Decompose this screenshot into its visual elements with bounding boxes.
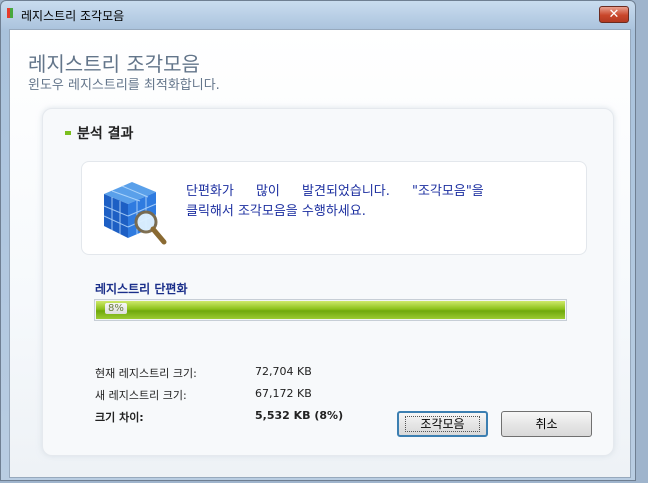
- section-bullet-icon: [65, 131, 71, 135]
- analysis-message-box: 단편화가 많이 발견되었습니다. "조각모음"을 클릭해서 조각모음을 수행하세…: [81, 161, 587, 255]
- section-title: 분석 결과: [77, 126, 134, 142]
- current-size-label: 현재 레지스트리 크기:: [95, 367, 197, 380]
- registry-cube-magnifier-icon: [103, 182, 167, 245]
- analysis-message-line2: 클릭해서 조각모음을 수행하세요.: [186, 204, 366, 219]
- new-size-label: 새 레지스트리 크기:: [95, 389, 187, 402]
- fragmentation-label: 레지스트리 단편화: [95, 282, 188, 296]
- new-size-value: 67,172 KB: [255, 387, 312, 400]
- progress-fill: [96, 301, 565, 319]
- current-size-value: 72,704 KB: [255, 365, 312, 378]
- app-icon: [7, 8, 13, 18]
- analysis-message-line1: 단편화가 많이 발견되었습니다. "조각모음"을: [186, 184, 484, 199]
- defrag-button[interactable]: 조각모음: [397, 411, 488, 437]
- size-difference-label: 크기 차이:: [95, 411, 144, 424]
- size-difference-value: 5,532 KB (8%): [255, 409, 344, 422]
- close-button[interactable]: ✕: [599, 6, 629, 23]
- progress-percent: 8%: [105, 303, 127, 314]
- cancel-button[interactable]: 취소: [501, 411, 592, 437]
- page-title: 레지스트리 조각모음: [28, 52, 200, 76]
- analysis-message: 단편화가 많이 발견되었습니다. "조각모음"을 클릭해서 조각모음을 수행하세…: [186, 182, 576, 222]
- fragmentation-progress-bar: 8%: [94, 299, 567, 321]
- page-subtitle: 윈도우 레지스트리를 최적화합니다.: [28, 78, 220, 93]
- dialog-window: 레지스트리 조각모음 ✕ 레지스트리 조각모음 윈도우 레지스트리를 최적화합니…: [0, 0, 636, 481]
- title-bar[interactable]: 레지스트리 조각모음 ✕: [1, 1, 635, 27]
- results-panel: 분석 결과 단편화가 많이 발견되었습니다. "조각모음"을 클릭해서 조각모음…: [42, 108, 614, 456]
- defrag-button-label: 조각모음: [405, 416, 480, 432]
- window-title: 레지스트리 조각모음: [21, 9, 125, 23]
- dialog-content: 레지스트리 조각모음 윈도우 레지스트리를 최적화합니다. 분석 결과 단편화가…: [9, 29, 631, 478]
